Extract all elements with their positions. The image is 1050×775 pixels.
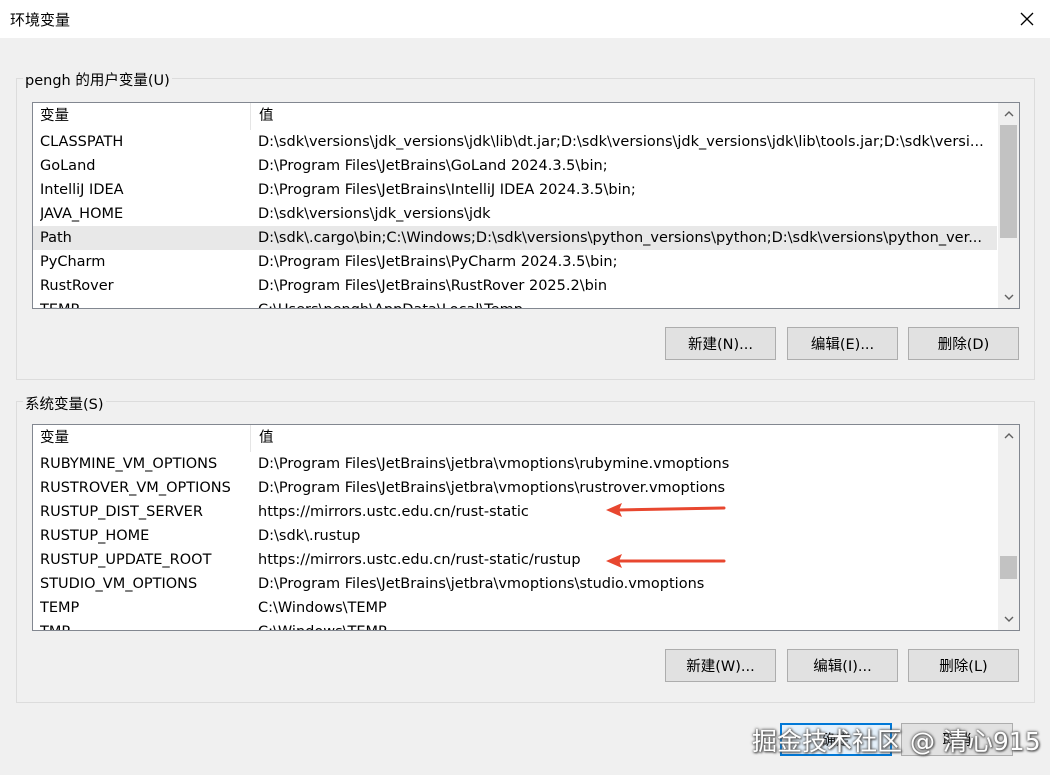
column-header-value[interactable]: 值 xyxy=(252,103,992,130)
table-row[interactable]: JAVA_HOME D:\sdk\versions\jdk_versions\jd… xyxy=(33,202,997,226)
column-header-value[interactable]: 值 xyxy=(252,425,992,452)
user-variables-header: 变量 值 xyxy=(33,103,1019,130)
table-row[interactable]: TEMP C:\Users\pengh\AppData\Local\Temp xyxy=(33,298,997,308)
variable-name: RustRover xyxy=(40,278,114,294)
variable-name: RUSTUP_UPDATE_ROOT xyxy=(40,552,212,568)
scroll-thumb[interactable] xyxy=(1000,556,1017,579)
table-row[interactable]: RUBYMINE_VM_OPTIONS D:\Program Files\JetB… xyxy=(33,452,997,476)
scroll-up-button[interactable] xyxy=(998,103,1019,124)
table-row[interactable]: RUSTUP_HOME D:\sdk\.rustup xyxy=(33,524,997,548)
system-variables-rows: RUBYMINE_VM_OPTIONS D:\Program Files\JetB… xyxy=(33,452,997,630)
variable-value: D:\sdk\.rustup xyxy=(258,528,361,544)
variable-name: GoLand xyxy=(40,158,96,174)
scroll-down-button[interactable] xyxy=(998,287,1019,308)
ok-button[interactable]: 确定 xyxy=(780,723,892,756)
chevron-down-icon xyxy=(1004,616,1013,622)
system-variables-header: 变量 值 xyxy=(33,425,1019,452)
scroll-down-button[interactable] xyxy=(998,609,1019,630)
annotation-arrow-icon xyxy=(606,503,726,517)
variable-value: D:\Program Files\JetBrains\jetbra\vmopti… xyxy=(258,456,730,472)
variable-value: D:\Program Files\JetBrains\IntelliJ IDEA… xyxy=(258,182,636,198)
variable-name: IntelliJ IDEA xyxy=(40,182,124,198)
variable-name: RUSTUP_DIST_SERVER xyxy=(40,504,203,520)
variable-name: TEMP xyxy=(40,600,80,616)
variable-value: C:\Windows\TEMP xyxy=(258,600,387,616)
user-edit-button[interactable]: 编辑(E)... xyxy=(787,327,898,360)
variable-name: STUDIO_VM_OPTIONS xyxy=(40,576,198,592)
variable-value: C:\Windows\TEMP xyxy=(258,620,993,630)
variable-name: RUSTUP_HOME xyxy=(40,528,150,544)
environment-variables-dialog: 环境变量 pengh 的用户变量(U) 变量 值 CLASSPATH D:\sdk… xyxy=(0,0,1050,775)
chevron-up-icon xyxy=(1004,111,1013,117)
variable-name: CLASSPATH xyxy=(40,134,124,150)
variable-value: D:\sdk\versions\jdk_versions\jdk xyxy=(258,206,491,222)
chevron-up-icon xyxy=(1004,433,1013,439)
system-variables-label: 系统变量(S) xyxy=(23,393,106,414)
variable-name: PyCharm xyxy=(40,254,106,270)
user-variables-rows: CLASSPATH D:\sdk\versions\jdk_versions\jd… xyxy=(33,130,997,308)
annotation-arrow-icon xyxy=(606,554,726,568)
system-edit-button[interactable]: 编辑(I)... xyxy=(787,649,898,682)
variable-name: RUSTROVER_VM_OPTIONS xyxy=(40,480,231,496)
table-row[interactable]: RUSTROVER_VM_OPTIONS D:\Program Files\Jet… xyxy=(33,476,997,500)
variable-value: D:\Program Files\JetBrains\GoLand 2024.3… xyxy=(258,158,608,174)
column-header-name[interactable]: 变量 xyxy=(33,425,251,452)
variable-name: RUBYMINE_VM_OPTIONS xyxy=(40,456,218,472)
close-icon xyxy=(1020,12,1034,26)
table-row[interactable]: STUDIO_VM_OPTIONS D:\Program Files\JetBra… xyxy=(33,572,997,596)
user-variables-scrollbar[interactable] xyxy=(998,103,1019,308)
system-new-button[interactable]: 新建(W)... xyxy=(665,649,776,682)
table-row[interactable]: Path D:\sdk\.cargo\bin;C:\Windows;D:\sdk\… xyxy=(33,226,997,250)
close-button[interactable] xyxy=(1004,0,1050,38)
variable-value: D:\sdk\versions\jdk_versions\jdk\lib\dt.… xyxy=(258,134,984,150)
variable-name: Path xyxy=(40,230,72,246)
scroll-up-button[interactable] xyxy=(998,425,1019,446)
variable-value: D:\Program Files\JetBrains\jetbra\vmopti… xyxy=(258,480,726,496)
variable-value: D:\sdk\.cargo\bin;C:\Windows;D:\sdk\vers… xyxy=(258,230,983,246)
cancel-button[interactable]: 取消 xyxy=(901,723,1013,756)
system-delete-button[interactable]: 删除(L) xyxy=(908,649,1019,682)
table-row[interactable]: TMP C:\Windows\TEMP xyxy=(33,620,997,630)
variable-value: C:\Users\pengh\AppData\Local\Temp xyxy=(258,298,993,308)
variable-name: TMP xyxy=(40,620,250,630)
table-row[interactable]: PyCharm D:\Program Files\JetBrains\PyChar… xyxy=(33,250,997,274)
user-variables-label: pengh 的用户变量(U) xyxy=(23,69,172,90)
variable-value: D:\Program Files\JetBrains\RustRover 202… xyxy=(258,278,608,294)
column-header-name[interactable]: 变量 xyxy=(33,103,251,130)
table-row[interactable]: RustRover D:\Program Files\JetBrains\Rust… xyxy=(33,274,997,298)
user-variables-list[interactable]: 变量 值 CLASSPATH D:\sdk\versions\jdk_versio… xyxy=(32,102,1020,309)
user-delete-button[interactable]: 删除(D) xyxy=(908,327,1019,360)
variable-value: D:\Program Files\JetBrains\PyCharm 2024.… xyxy=(258,254,618,270)
table-row[interactable]: RUSTUP_DIST_SERVER https://mirrors.ustc.e… xyxy=(33,500,997,524)
table-row[interactable]: RUSTUP_UPDATE_ROOT https://mirrors.ustc.e… xyxy=(33,548,997,572)
table-row[interactable]: CLASSPATH D:\sdk\versions\jdk_versions\jd… xyxy=(33,130,997,154)
title-bar: 环境变量 xyxy=(0,0,1050,38)
user-new-button[interactable]: 新建(N)... xyxy=(665,327,776,360)
variable-name: JAVA_HOME xyxy=(40,206,124,222)
system-variables-list[interactable]: 变量 值 RUBYMINE_VM_OPTIONS D:\Program Files… xyxy=(32,424,1020,631)
window-title: 环境变量 xyxy=(10,11,71,29)
chevron-down-icon xyxy=(1004,294,1013,300)
table-row[interactable]: GoLand D:\Program Files\JetBrains\GoLand … xyxy=(33,154,997,178)
variable-value: D:\Program Files\JetBrains\jetbra\vmopti… xyxy=(258,576,705,592)
table-row[interactable]: TEMP C:\Windows\TEMP xyxy=(33,596,997,620)
scroll-thumb[interactable] xyxy=(1000,125,1017,238)
system-variables-scrollbar[interactable] xyxy=(998,425,1019,630)
table-row[interactable]: IntelliJ IDEA D:\Program Files\JetBrains\… xyxy=(33,178,997,202)
variable-name: TEMP xyxy=(40,298,250,308)
